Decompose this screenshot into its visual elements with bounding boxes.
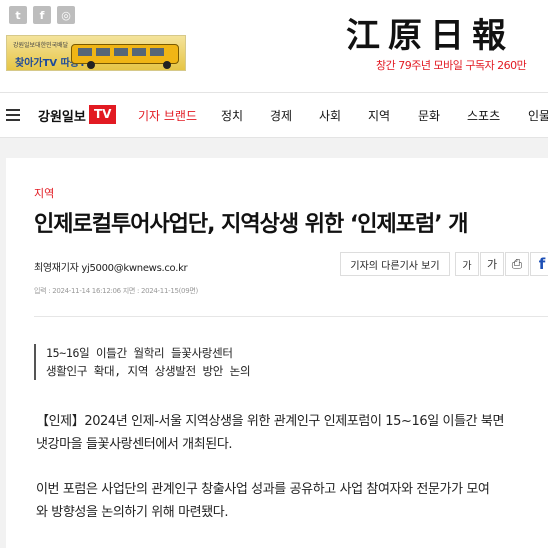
nav-item-reporter-brand[interactable]: 기자 브랜드	[138, 107, 197, 124]
paragraph-line: 와 방향성을 논의하기 위해 마련됐다.	[36, 505, 229, 520]
bus-wheel-icon	[87, 61, 95, 69]
tv-badge[interactable]: TV	[89, 105, 117, 124]
nav-item-economy[interactable]: 경제	[270, 107, 292, 124]
site-logo[interactable]: 江原日報	[346, 8, 514, 57]
anniversary-text[interactable]: 창간 79주년 모바일 구독자 260만	[376, 57, 527, 73]
nav-item-region[interactable]: 지역	[368, 107, 390, 124]
summary-line: 생활인구 확대, 지역 상생발전 방안 논의	[46, 364, 251, 378]
article-paragraph: 이번 포럼은 사업단의 관계인구 창출사업 성과를 공유하고 사업 참여자와 전…	[36, 478, 490, 524]
article-headline: 인제로컬투어사업단, 지역상생 위한 ‘인제포럼’ 개	[34, 212, 469, 237]
paragraph-line: 냇강마을 들꽃사랑센터에서 개최된다.	[36, 437, 233, 452]
nav-item-culture[interactable]: 문화	[418, 107, 440, 124]
article-dates: 입력 : 2024-11-14 16:12:06 지면 : 2024-11-15…	[34, 287, 198, 295]
summary-line: 15~16일 이틀간 월학리 들꽃사랑센터	[46, 346, 233, 360]
bus-graphic	[71, 44, 179, 64]
paragraph-line: 이번 포럼은 사업단의 관계인구 창출사업 성과를 공유하고 사업 참여자와 전…	[36, 482, 490, 497]
article-paragraph: 【인제】2024년 인제-서울 지역상생을 위한 관계인구 인제포럼이 15~1…	[36, 410, 504, 456]
facebook-share-icon[interactable]: f	[530, 252, 548, 276]
font-large-button[interactable]: 가	[480, 252, 504, 276]
article-summary: 15~16일 이틀간 월학리 들꽃사랑센터 생활인구 확대, 지역 상생발전 방…	[34, 344, 251, 380]
nav-item-society[interactable]: 사회	[319, 107, 341, 124]
banner-small-text: 강원일보대한민국배달	[13, 42, 69, 49]
promo-banner[interactable]: 강원일보대한민국배달 찾아가TV 따봉TV	[6, 35, 186, 71]
menu-icon[interactable]	[6, 109, 20, 121]
main-nav: 강원일보 TV 기자 브랜드 정치 경제 사회 지역 문화 스포츠 인물	[0, 92, 548, 138]
more-articles-button[interactable]: 기자의 다른기사 보기	[340, 252, 450, 276]
social-links: t f ◎	[9, 6, 75, 24]
nav-item-sports[interactable]: 스포츠	[467, 107, 500, 124]
font-small-button[interactable]: 가	[455, 252, 479, 276]
bus-wheel-icon	[163, 61, 171, 69]
facebook-icon[interactable]: f	[33, 6, 51, 24]
paragraph-line: 【인제】2024년 인제-서울 지역상생을 위한 관계인구 인제포럼이 15~1…	[36, 414, 505, 429]
print-icon[interactable]: ⎙	[505, 252, 529, 276]
nav-brand[interactable]: 강원일보	[38, 106, 86, 125]
article-byline[interactable]: 최영재기자 yj5000@kwnews.co.kr	[34, 259, 188, 274]
site-header: t f ◎ 강원일보대한민국배달 찾아가TV 따봉TV 江原日報 창간 79주년…	[0, 0, 548, 92]
divider	[34, 316, 548, 317]
instagram-icon[interactable]: ◎	[57, 6, 75, 24]
article-section[interactable]: 지역	[34, 185, 54, 201]
nav-item-people[interactable]: 인물	[528, 107, 548, 124]
twitter-icon[interactable]: t	[9, 6, 27, 24]
article-card: 지역 인제로컬투어사업단, 지역상생 위한 ‘인제포럼’ 개 최영재기자 yj5…	[6, 158, 548, 548]
nav-item-politics[interactable]: 정치	[221, 107, 243, 124]
